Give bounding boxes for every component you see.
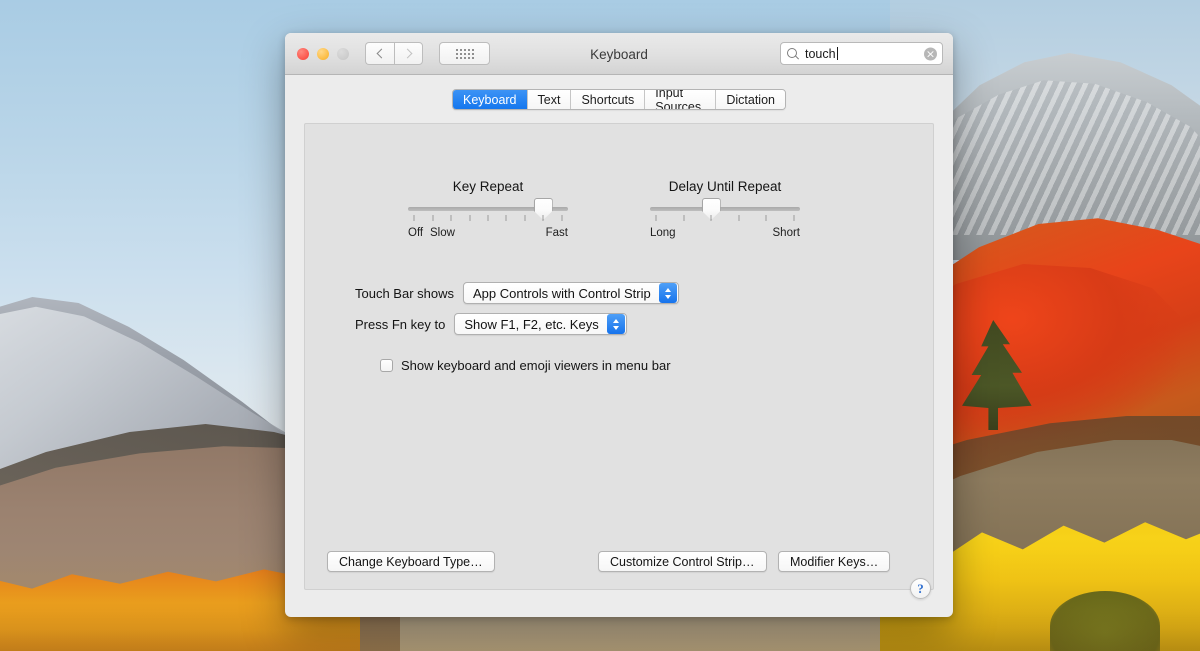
- text-caret: [837, 47, 838, 60]
- show-viewers-checkbox[interactable]: [380, 359, 393, 372]
- tab-input-sources[interactable]: Input Sources: [645, 90, 716, 109]
- minimize-button[interactable]: [317, 48, 329, 60]
- delay-long-label: Long: [650, 227, 676, 239]
- search-field[interactable]: touch ×: [780, 42, 943, 65]
- tab-dictation[interactable]: Dictation: [716, 90, 785, 109]
- chevron-updown-icon[interactable]: [659, 283, 677, 303]
- desktop-wallpaper: Keyboard touch × Keyboard Text Shortcuts…: [0, 0, 1200, 651]
- grid-icon: [456, 49, 474, 59]
- tab-text[interactable]: Text: [528, 90, 572, 109]
- delay-track[interactable]: [650, 207, 800, 211]
- back-button[interactable]: [365, 42, 394, 65]
- press-fn-key-value: Show F1, F2, etc. Keys: [464, 317, 606, 332]
- preferences-panel: Key Repeat Off Slow Fast Delay Until Rep…: [304, 123, 934, 590]
- tab-shortcuts[interactable]: Shortcuts: [571, 90, 645, 109]
- delay-ticks: [650, 215, 800, 226]
- window-titlebar[interactable]: Keyboard touch ×: [285, 33, 953, 75]
- slider-tick: [561, 215, 562, 221]
- system-preferences-window: Keyboard touch × Keyboard Text Shortcuts…: [285, 33, 953, 617]
- search-input[interactable]: touch: [805, 47, 838, 61]
- key-repeat-slow-label: Slow: [430, 227, 455, 239]
- slider-tick: [524, 215, 525, 221]
- press-fn-key-popup[interactable]: Show F1, F2, etc. Keys: [454, 313, 626, 335]
- key-repeat-fast-label: Fast: [546, 227, 568, 239]
- clear-search-icon[interactable]: ×: [924, 47, 937, 60]
- slider-tick: [711, 215, 712, 221]
- slider-tick: [683, 215, 684, 221]
- slider-tick: [543, 215, 544, 221]
- show-viewers-checkbox-row[interactable]: Show keyboard and emoji viewers in menu …: [380, 358, 671, 373]
- delay-labels: Long Short: [650, 227, 800, 241]
- forward-button: [394, 42, 423, 65]
- zoom-button: [337, 48, 349, 60]
- chevron-updown-icon[interactable]: [607, 314, 625, 334]
- key-repeat-title: Key Repeat: [408, 179, 568, 194]
- slider-tick: [414, 215, 415, 221]
- slider-tick: [656, 215, 657, 221]
- key-repeat-track-wrap[interactable]: [408, 207, 568, 226]
- press-fn-key-label: Press Fn key to: [355, 317, 445, 332]
- window-controls: [297, 48, 349, 60]
- modifier-keys-button[interactable]: Modifier Keys…: [778, 551, 890, 572]
- change-keyboard-type-button[interactable]: Change Keyboard Type…: [327, 551, 495, 572]
- show-viewers-label: Show keyboard and emoji viewers in menu …: [401, 358, 671, 373]
- tab-bar-zone: Keyboard Text Shortcuts Input Sources Di…: [285, 75, 953, 125]
- close-button[interactable]: [297, 48, 309, 60]
- key-repeat-labels: Off Slow Fast: [408, 227, 568, 241]
- search-value: touch: [805, 47, 836, 61]
- touch-bar-shows-label: Touch Bar shows: [355, 286, 454, 301]
- navigation-buttons: [365, 42, 423, 65]
- slider-tick: [766, 215, 767, 221]
- touch-bar-shows-row: Touch Bar shows App Controls with Contro…: [355, 282, 679, 304]
- delay-until-repeat-slider-group: Delay Until Repeat Long Short: [650, 179, 800, 241]
- tab-keyboard[interactable]: Keyboard: [453, 90, 528, 109]
- delay-title: Delay Until Repeat: [650, 179, 800, 194]
- touch-bar-shows-popup[interactable]: App Controls with Control Strip: [463, 282, 679, 304]
- slider-tick: [506, 215, 507, 221]
- slider-tick: [738, 215, 739, 221]
- tab-bar: Keyboard Text Shortcuts Input Sources Di…: [452, 89, 786, 110]
- key-repeat-off-label: Off: [408, 227, 423, 239]
- show-all-button[interactable]: [439, 42, 490, 65]
- key-repeat-ticks: [408, 215, 568, 226]
- help-button[interactable]: ?: [910, 578, 931, 599]
- touch-bar-shows-value: App Controls with Control Strip: [473, 286, 659, 301]
- slider-tick: [469, 215, 470, 221]
- delay-short-label: Short: [773, 227, 801, 239]
- slider-tick: [451, 215, 452, 221]
- slider-tick: [794, 215, 795, 221]
- forward-arrow-icon: [402, 49, 412, 59]
- slider-tick: [432, 215, 433, 221]
- search-icon: [787, 48, 799, 60]
- delay-track-wrap[interactable]: [650, 207, 800, 226]
- slider-tick: [488, 215, 489, 221]
- press-fn-key-row: Press Fn key to Show F1, F2, etc. Keys: [355, 313, 627, 335]
- back-arrow-icon: [377, 49, 387, 59]
- customize-control-strip-button[interactable]: Customize Control Strip…: [598, 551, 767, 572]
- key-repeat-slider-group: Key Repeat Off Slow Fast: [408, 179, 568, 241]
